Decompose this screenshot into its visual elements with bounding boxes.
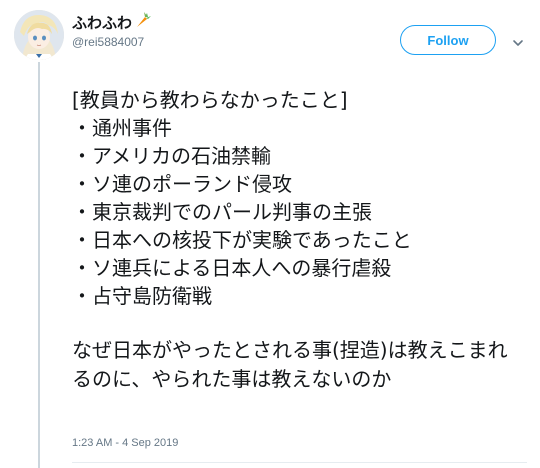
carrot-icon <box>134 11 152 33</box>
tweet-text: [教員から教わらなかったこと] ・通州事件 ・アメリカの石油禁輸 ・ソ連のポーラ… <box>72 86 524 394</box>
list-item: ・東京裁判でのパール判事の主張 <box>72 200 372 224</box>
list-item: ・アメリカの石油禁輸 <box>72 144 271 168</box>
divider <box>72 462 527 463</box>
list-item: ・日本への核投下が実験であったこと <box>72 228 412 252</box>
chevron-down-icon[interactable] <box>512 34 524 46</box>
follow-button[interactable]: Follow <box>400 25 496 55</box>
tweet-container: ふわふわ @rei5884007 Follow [教員から教わらなかったこと] … <box>0 0 540 468</box>
tweet-closing: なぜ日本がやったとされる事(捏造)は教えこまれるのに、やられた事は教えないのか <box>72 338 508 391</box>
list-item: ・ソ連のポーランド侵攻 <box>72 172 292 196</box>
list-item: ・ソ連兵による日本人への暴行虐殺 <box>72 256 392 280</box>
list-item: ・占守島防衛戦 <box>72 284 212 308</box>
user-handle[interactable]: @rei5884007 <box>72 35 144 49</box>
thread-line <box>38 62 40 468</box>
avatar[interactable] <box>14 10 64 60</box>
display-name[interactable]: ふわふわ <box>72 12 152 32</box>
display-name-text: ふわふわ <box>72 13 133 32</box>
tweet-heading: [教員から教わらなかったこと] <box>72 88 348 112</box>
avatar-image <box>14 10 64 60</box>
list-item: ・通州事件 <box>72 116 172 140</box>
timestamp[interactable]: 1:23 AM - 4 Sep 2019 <box>72 437 178 449</box>
